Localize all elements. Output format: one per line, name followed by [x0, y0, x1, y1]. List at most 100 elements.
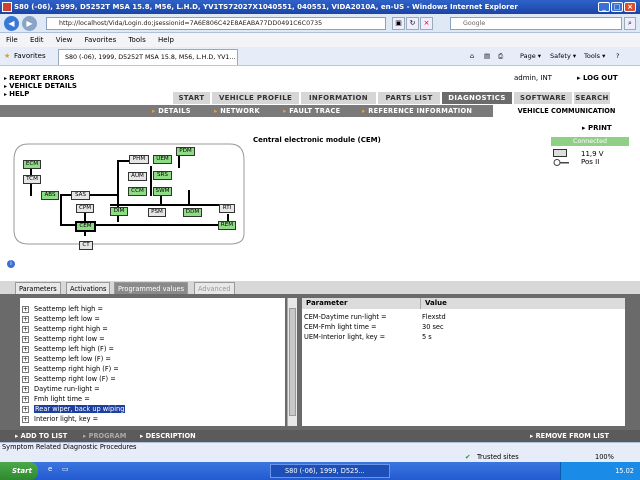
tab-search[interactable]: SEARCH: [572, 92, 610, 104]
expand-icon[interactable]: +: [22, 415, 29, 423]
expand-icon[interactable]: +: [22, 315, 29, 323]
refresh-icon[interactable]: ↻: [406, 17, 419, 30]
quicklaunch-desktop-icon[interactable]: ▭: [62, 465, 69, 473]
expand-icon[interactable]: +: [22, 405, 29, 413]
menu-bar: File Edit View Favorites Tools Help: [0, 33, 640, 47]
logout-link[interactable]: ▸ LOG OUT: [577, 74, 618, 82]
expand-icon[interactable]: +: [22, 325, 29, 333]
ecu-rem[interactable]: REM: [218, 221, 236, 230]
ecu-cem[interactable]: CEM: [75, 221, 96, 232]
list-item[interactable]: + Seattemp right high =: [22, 324, 108, 334]
ecu-srs[interactable]: SRS: [153, 171, 172, 180]
ecu-pdm[interactable]: PDM: [176, 147, 195, 156]
start-button[interactable]: Start: [0, 462, 38, 480]
ecu-tcm[interactable]: TCM: [23, 175, 41, 184]
ecu-uem[interactable]: UEM: [153, 155, 172, 164]
list-item[interactable]: + Seattemp left low =: [22, 314, 100, 324]
subtab-vehicle-communication[interactable]: VEHICLE COMMUNICATION: [493, 105, 640, 117]
taskbar-ie-window[interactable]: S80 (-06), 1999, D525...: [270, 464, 390, 478]
favorites-button[interactable]: Favorites: [14, 47, 46, 66]
add-to-list-button[interactable]: ADD TO LIST: [15, 430, 68, 442]
ecu-ccm[interactable]: CCM: [128, 187, 147, 196]
minimize-button[interactable]: _: [598, 2, 610, 12]
ecu-ecm[interactable]: ECM: [23, 160, 41, 169]
ecu-ddm[interactable]: DDM: [183, 208, 202, 217]
expand-icon[interactable]: +: [22, 375, 29, 383]
address-input[interactable]: http://localhost/Vida/Login.do;jsessioni…: [46, 17, 386, 30]
page-menu[interactable]: Page ▾: [520, 47, 541, 66]
ecu-cpm[interactable]: CPM: [76, 204, 94, 213]
expand-icon[interactable]: +: [22, 365, 29, 373]
description-button[interactable]: DESCRIPTION: [140, 430, 196, 442]
tab-information[interactable]: INFORMATION: [299, 92, 376, 104]
search-icon[interactable]: ⌕: [624, 17, 636, 30]
browser-tab[interactable]: S80 (-06), 1999, D5252T MSA 15.8, M56, L…: [58, 49, 238, 65]
list-scrollbar[interactable]: [287, 298, 297, 426]
compat-view-icon[interactable]: ▣: [392, 17, 405, 30]
zoom-level[interactable]: 100%: [595, 453, 614, 462]
close-button[interactable]: ×: [624, 2, 636, 12]
subtab-fault-trace[interactable]: FAULT TRACE: [283, 105, 340, 117]
expand-icon[interactable]: +: [22, 345, 29, 353]
menu-view[interactable]: View: [56, 36, 73, 44]
menu-tools[interactable]: Tools: [128, 36, 145, 44]
tools-menu[interactable]: Tools ▾: [584, 47, 605, 66]
list-item-selected[interactable]: + Rear wiper, back up wiping: [22, 404, 126, 414]
ecu-dim[interactable]: DIM: [110, 207, 128, 216]
safety-menu[interactable]: Safety ▾: [550, 47, 576, 66]
menu-help[interactable]: Help: [158, 36, 174, 44]
ecu-rti[interactable]: RTI: [219, 204, 235, 213]
list-item[interactable]: + Interior light, key =: [22, 414, 98, 424]
subtab-details[interactable]: DETAILS: [152, 105, 191, 117]
tab-parameters[interactable]: Parameters: [15, 282, 61, 294]
favorites-star-icon[interactable]: ★: [4, 47, 10, 66]
maximize-button[interactable]: □: [611, 2, 623, 12]
expand-icon[interactable]: +: [22, 355, 29, 363]
help-icon[interactable]: ?: [616, 47, 619, 66]
list-item[interactable]: + Fmh light time =: [22, 394, 90, 404]
list-item[interactable]: + Seattemp right low (F) =: [22, 374, 116, 384]
quicklaunch-ie-icon[interactable]: e: [48, 465, 52, 473]
ecu-aum[interactable]: AUM: [128, 172, 147, 181]
tab-software[interactable]: SOFTWARE: [512, 92, 572, 104]
list-item[interactable]: + Seattemp right low =: [22, 334, 105, 344]
expand-icon[interactable]: +: [22, 335, 29, 343]
expand-icon[interactable]: +: [22, 385, 29, 393]
tab-programmed-values[interactable]: Programmed values: [114, 282, 189, 294]
home-icon[interactable]: ⌂: [470, 47, 474, 66]
ecu-sas[interactable]: SAS: [71, 191, 90, 200]
menu-favorites[interactable]: Favorites: [85, 36, 117, 44]
tab-start[interactable]: START: [171, 92, 210, 104]
menu-file[interactable]: File: [6, 36, 18, 44]
menu-edit[interactable]: Edit: [30, 36, 44, 44]
ecu-psm[interactable]: PSM: [148, 208, 166, 217]
list-item[interactable]: + Daytime run-light =: [22, 384, 100, 394]
tab-parts-list[interactable]: PARTS LIST: [376, 92, 440, 104]
back-button[interactable]: ◀: [4, 16, 19, 31]
expand-icon[interactable]: +: [22, 305, 29, 313]
list-item[interactable]: + Seattemp left high (F) =: [22, 344, 114, 354]
ecu-ct[interactable]: CT: [79, 241, 93, 250]
help-link[interactable]: HELP: [4, 90, 29, 99]
search-input[interactable]: Google: [450, 17, 622, 30]
expand-icon[interactable]: +: [22, 395, 29, 403]
list-item[interactable]: + Seattemp left low (F) =: [22, 354, 111, 364]
tab-diagnostics[interactable]: DIAGNOSTICS: [440, 92, 512, 104]
ecu-abs[interactable]: ABS: [41, 191, 59, 200]
scrollbar-thumb[interactable]: [289, 308, 296, 416]
ecu-swm[interactable]: SWM: [153, 187, 172, 196]
subtab-reference-information[interactable]: REFERENCE INFORMATION: [362, 105, 472, 117]
forward-button[interactable]: ▶: [22, 16, 37, 31]
print-icon[interactable]: ⎙: [498, 47, 503, 66]
stop-icon[interactable]: ×: [420, 17, 433, 30]
list-item[interactable]: + Seattemp left high =: [22, 304, 103, 314]
list-item[interactable]: + Seattemp right high (F) =: [22, 364, 119, 374]
tab-activations[interactable]: Activations: [66, 282, 111, 294]
remove-from-list-button[interactable]: REMOVE FROM LIST: [530, 430, 609, 442]
subtab-network[interactable]: NETWORK: [214, 105, 260, 117]
print-link[interactable]: ▸ PRINT: [582, 124, 612, 132]
info-icon[interactable]: i: [7, 260, 15, 268]
tab-vehicle-profile[interactable]: VEHICLE PROFILE: [210, 92, 299, 104]
feeds-icon[interactable]: ▤: [484, 47, 490, 66]
ecu-phm[interactable]: PHM: [129, 155, 149, 164]
